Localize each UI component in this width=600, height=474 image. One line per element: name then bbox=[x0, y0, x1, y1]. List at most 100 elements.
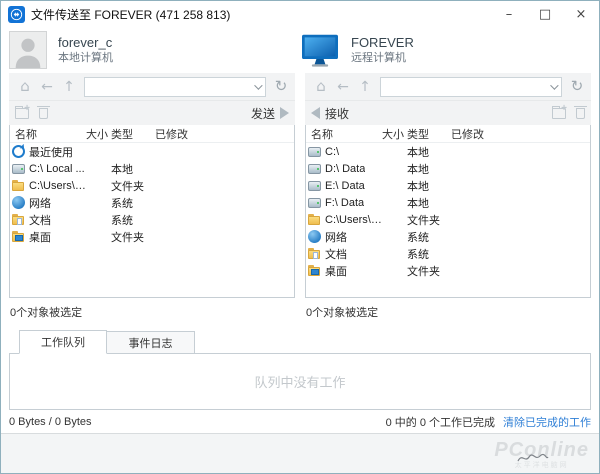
network-icon bbox=[308, 230, 321, 243]
home-icon[interactable]: ⌂ bbox=[15, 77, 35, 97]
tab-work-queue[interactable]: 工作队列 bbox=[19, 330, 107, 354]
new-folder-icon[interactable] bbox=[15, 108, 29, 119]
up-icon[interactable]: ↑ bbox=[59, 77, 79, 97]
file-row[interactable]: F:\ Data 本地 bbox=[306, 194, 590, 211]
local-panel: ⌂ ← ↑ ↻ 发送 名称 bbox=[9, 73, 295, 328]
new-folder-icon[interactable] bbox=[552, 108, 566, 119]
local-machine-name: forever_c bbox=[58, 35, 113, 51]
send-label: 发送 bbox=[251, 105, 275, 122]
remote-file-list: 名称 大小 类型 已修改 C:\ 本地 D:\ Data 本地 E:\ Data bbox=[305, 125, 591, 298]
bottom-tabs: 工作队列 事件日志 bbox=[1, 328, 599, 353]
file-name: C:\ Local ... bbox=[29, 163, 85, 175]
file-type: 文件夹 bbox=[111, 229, 155, 245]
drive-icon bbox=[12, 162, 25, 175]
folder-icon bbox=[12, 179, 25, 192]
tab-event-log[interactable]: 事件日志 bbox=[107, 331, 195, 354]
file-name: 网络 bbox=[29, 195, 51, 211]
file-type: 本地 bbox=[111, 161, 155, 177]
bytes-transferred: 0 Bytes / 0 Bytes bbox=[9, 416, 92, 428]
drive-icon bbox=[308, 196, 321, 209]
column-name[interactable]: 名称 bbox=[311, 126, 382, 142]
column-modified[interactable]: 已修改 bbox=[451, 126, 590, 142]
file-type: 本地 bbox=[407, 161, 451, 177]
remote-address-combobox[interactable] bbox=[380, 77, 562, 97]
file-transfer-window: 文件传送至 FOREVER (471 258 813) – □ × foreve… bbox=[0, 0, 600, 474]
file-name: 桌面 bbox=[325, 263, 347, 279]
file-name: 桌面 bbox=[29, 229, 51, 245]
file-type: 文件夹 bbox=[111, 178, 155, 194]
file-row[interactable]: D:\ Data 本地 bbox=[306, 160, 590, 177]
column-size[interactable]: 大小 bbox=[86, 126, 111, 142]
home-icon[interactable]: ⌂ bbox=[311, 77, 331, 97]
delete-icon[interactable] bbox=[576, 108, 585, 119]
jobs-summary: 0 中的 0 个工作已完成 bbox=[386, 414, 495, 430]
refresh-icon[interactable]: ↻ bbox=[567, 77, 587, 97]
file-panels: ⌂ ← ↑ ↻ 发送 名称 bbox=[1, 73, 599, 328]
receive-button[interactable]: 接收 bbox=[311, 105, 349, 122]
status-bar: 0 Bytes / 0 Bytes 0 中的 0 个工作已完成 清除已完成的工作 bbox=[1, 410, 599, 433]
file-name: 文档 bbox=[325, 246, 347, 262]
chevron-down-icon[interactable] bbox=[545, 78, 561, 96]
file-row[interactable]: 桌面 文件夹 bbox=[10, 228, 294, 245]
file-row[interactable]: 文档 系统 bbox=[10, 211, 294, 228]
folder-icon bbox=[308, 213, 321, 226]
send-button[interactable]: 发送 bbox=[251, 105, 289, 122]
refresh-icon[interactable]: ↻ bbox=[271, 77, 291, 97]
delete-icon[interactable] bbox=[39, 108, 48, 119]
chevron-down-icon[interactable] bbox=[249, 78, 265, 96]
file-row[interactable]: C:\ Local ... 本地 bbox=[10, 160, 294, 177]
desktop-icon bbox=[308, 264, 321, 277]
file-row[interactable]: E:\ Data 本地 bbox=[306, 177, 590, 194]
local-machine-header: forever_c 本地计算机 bbox=[9, 30, 300, 69]
column-modified[interactable]: 已修改 bbox=[155, 126, 294, 142]
local-action-toolbar: 发送 bbox=[9, 101, 295, 125]
remote-rows: C:\ 本地 D:\ Data 本地 E:\ Data 本地 F:\ Data … bbox=[306, 143, 590, 279]
queue-empty-message: 队列中没有工作 bbox=[254, 372, 345, 391]
file-row[interactable]: C:\Users\A... 文件夹 bbox=[306, 211, 590, 228]
window-footer: PConline 太平洋电脑网 bbox=[1, 433, 599, 473]
remote-machine-name: FOREVER bbox=[351, 35, 414, 51]
file-type: 本地 bbox=[407, 144, 451, 160]
column-name[interactable]: 名称 bbox=[15, 126, 86, 142]
file-row[interactable]: C:\Users\f... 文件夹 bbox=[10, 177, 294, 194]
file-name: D:\ Data bbox=[325, 163, 365, 175]
file-name: 最近使用 bbox=[29, 144, 73, 160]
column-type[interactable]: 类型 bbox=[407, 126, 451, 142]
maximize-button[interactable]: □ bbox=[527, 1, 563, 27]
file-type: 本地 bbox=[407, 195, 451, 211]
clear-completed-link[interactable]: 清除已完成的工作 bbox=[503, 414, 591, 430]
send-arrow-icon bbox=[280, 107, 289, 119]
file-row[interactable]: C:\ 本地 bbox=[306, 143, 590, 160]
watermark: PConline 太平洋电脑网 bbox=[494, 440, 589, 470]
remote-nav-toolbar: ⌂ ← ↑ ↻ bbox=[305, 73, 591, 101]
machines-header: forever_c 本地计算机 FOREVER 远程计算机 bbox=[1, 27, 599, 73]
column-size[interactable]: 大小 bbox=[382, 126, 407, 142]
up-icon[interactable]: ↑ bbox=[355, 77, 375, 97]
file-row[interactable]: 最近使用 bbox=[10, 143, 294, 160]
file-row[interactable]: 文档 系统 bbox=[306, 245, 590, 262]
back-icon[interactable]: ← bbox=[333, 77, 353, 97]
file-name: C:\ bbox=[325, 146, 339, 158]
local-address-combobox[interactable] bbox=[84, 77, 266, 97]
drive-icon bbox=[308, 179, 321, 192]
back-icon[interactable]: ← bbox=[37, 77, 57, 97]
file-name: C:\Users\A... bbox=[325, 214, 382, 226]
local-selection-status: 0个对象被选定 bbox=[9, 298, 295, 328]
column-type[interactable]: 类型 bbox=[111, 126, 155, 142]
close-button[interactable]: × bbox=[563, 1, 599, 27]
desktop-icon bbox=[12, 230, 25, 243]
remote-monitor-icon bbox=[300, 31, 340, 69]
file-type: 文件夹 bbox=[407, 263, 451, 279]
file-row[interactable]: 网络 系统 bbox=[10, 194, 294, 211]
minimize-button[interactable]: – bbox=[491, 1, 527, 27]
receive-arrow-icon bbox=[311, 107, 320, 119]
network-icon bbox=[12, 196, 25, 209]
file-type: 系统 bbox=[111, 212, 155, 228]
file-name: 网络 bbox=[325, 229, 347, 245]
file-row[interactable]: 网络 系统 bbox=[306, 228, 590, 245]
file-name: E:\ Data bbox=[325, 180, 365, 192]
file-row[interactable]: 桌面 文件夹 bbox=[306, 262, 590, 279]
watermark-scribble bbox=[516, 451, 550, 465]
drive-icon bbox=[308, 145, 321, 158]
window-controls: – □ × bbox=[491, 1, 599, 27]
